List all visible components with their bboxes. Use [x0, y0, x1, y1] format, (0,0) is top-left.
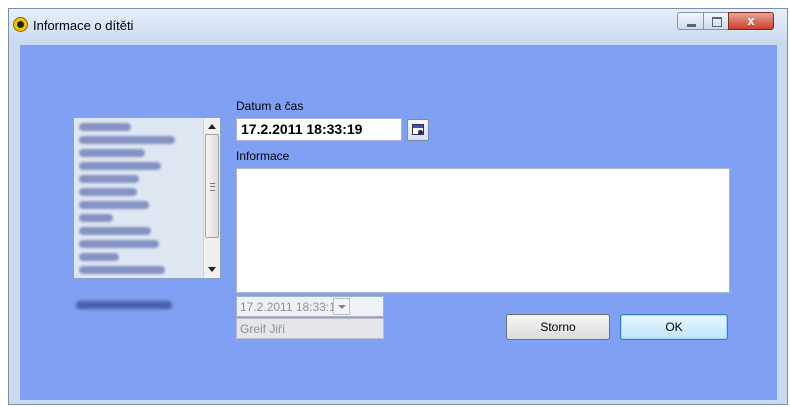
combo-dropdown-icon[interactable]: [333, 298, 350, 315]
scroll-down-arrow-icon[interactable]: [208, 267, 216, 272]
children-listbox[interactable]: [73, 117, 221, 279]
list-item[interactable]: [79, 201, 149, 209]
list-item[interactable]: [79, 240, 159, 248]
list-item[interactable]: [79, 253, 119, 261]
list-item[interactable]: [79, 162, 161, 170]
datetime-input[interactable]: 17.2.2011 18:33:19: [236, 118, 402, 141]
calendar-icon: [412, 124, 424, 135]
calendar-button[interactable]: [407, 119, 429, 141]
selected-child-name: [76, 301, 172, 309]
dialog-client-area: Datum a čas 17.2.2011 18:33:19 Informace: [20, 45, 777, 400]
close-button[interactable]: x: [728, 12, 774, 30]
cancel-button[interactable]: Storno: [506, 314, 610, 340]
scroll-up-arrow-icon[interactable]: [208, 124, 216, 129]
window-title: Informace o dítěti: [33, 18, 134, 33]
maximize-button[interactable]: [703, 12, 729, 30]
close-icon: x: [747, 13, 755, 28]
title-bar[interactable]: Informace o dítěti x: [9, 9, 787, 43]
list-item[interactable]: [79, 136, 175, 144]
list-item[interactable]: [79, 175, 139, 183]
user-field: Greif Jiří: [236, 318, 384, 339]
dialog-window: Informace o dítěti x Datum a čas 17.2.20…: [8, 8, 788, 405]
minimize-button[interactable]: [677, 12, 704, 30]
list-item[interactable]: [79, 214, 113, 222]
grip-icon: [210, 183, 215, 191]
list-item[interactable]: [79, 227, 151, 235]
ok-button[interactable]: OK: [620, 314, 728, 340]
list-item[interactable]: [79, 123, 131, 131]
info-textarea[interactable]: [236, 168, 730, 293]
list-item[interactable]: [79, 188, 137, 196]
list-item[interactable]: [79, 266, 165, 274]
list-scrollbar[interactable]: [203, 118, 220, 278]
scroll-thumb[interactable]: [205, 134, 219, 238]
date-combo[interactable]: 17.2.2011 18:33:19: [236, 296, 384, 317]
datetime-label: Datum a čas: [236, 99, 304, 113]
app-smiley-icon: [13, 17, 28, 32]
info-label: Informace: [236, 149, 290, 163]
list-item[interactable]: [79, 149, 145, 157]
